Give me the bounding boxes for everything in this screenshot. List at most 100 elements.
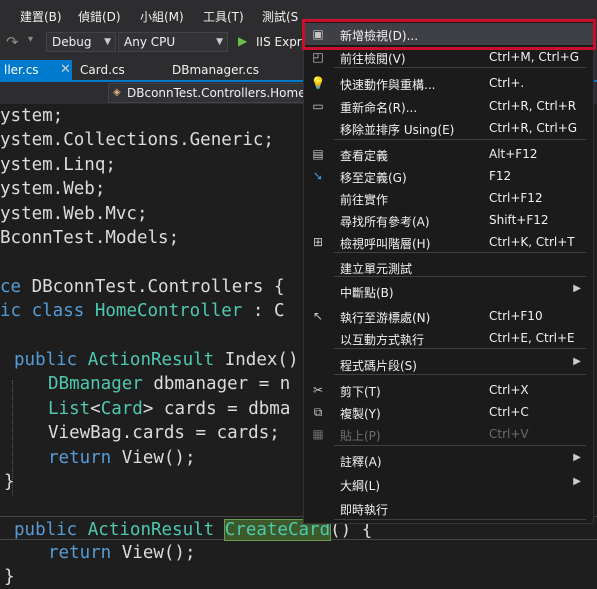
code-line: public ActionResult Index() (14, 350, 299, 370)
menu-separator (334, 348, 586, 349)
context-menu-shortcut: Ctrl+M, Ctrl+G (489, 50, 580, 64)
context-menu-label: 複製(Y) (340, 407, 381, 421)
menu-separator (334, 139, 586, 140)
submenu-arrow-icon: ▶ (573, 283, 581, 294)
platform-dropdown[interactable]: Any CPU ▼ (118, 32, 228, 52)
context-menu-label: 移至定義(G) (340, 171, 407, 185)
peek-definition-icon: ▤ (312, 147, 324, 161)
highlight-box (302, 19, 596, 50)
code-line: ystem.Web; (0, 179, 106, 199)
context-menu-label: 尋找所有參考(A) (340, 215, 430, 229)
context-menu-item[interactable]: ▤ 查看定義 Alt+F12 (304, 143, 593, 165)
context-menu-shortcut: Ctrl+F12 (489, 191, 543, 205)
context-menu-item[interactable]: ↖ 執行至游標處(N) Ctrl+F10 (304, 305, 593, 327)
menu-team[interactable]: 小組(M) (140, 8, 184, 25)
close-icon[interactable]: ✕ (60, 62, 71, 77)
context-menu-item[interactable]: 💡 快速動作與重構... Ctrl+. (304, 72, 593, 94)
menu-debug[interactable]: 偵錯(D) (78, 8, 121, 25)
context-menu-item[interactable]: 中斷點(B) ▶ (304, 280, 593, 302)
menu-separator (334, 445, 586, 446)
type-dropdown[interactable]: ◈ DBconnTest.Controllers.HomeC (108, 83, 318, 103)
menu-test[interactable]: 測試(S (262, 8, 298, 25)
context-menu-label: 以互動方式執行 (340, 333, 425, 347)
context-menu-label: 執行至游標處(N) (340, 311, 431, 325)
context-menu-item[interactable]: ✂ 剪下(T) Ctrl+X (304, 379, 593, 401)
redo-icon[interactable]: ↷ (6, 33, 19, 51)
code-line: ic class HomeController : C (0, 301, 285, 321)
code-line: return View(); (48, 448, 196, 468)
cursor-icon: ↖ (312, 309, 324, 323)
config-dropdown[interactable]: Debug ▼ (46, 32, 116, 52)
code-line: } (4, 567, 15, 587)
context-menu-label: 前往檢閱(V) (340, 52, 406, 66)
context-menu-item[interactable]: 註釋(A) ▶ (304, 449, 593, 471)
menu-separator (334, 519, 586, 520)
context-menu-shortcut: Shift+F12 (489, 213, 549, 227)
context-menu-shortcut: Ctrl+F10 (489, 309, 543, 323)
submenu-arrow-icon: ▶ (573, 356, 581, 367)
context-menu-item[interactable]: ⊞ 檢視呼叫階層(H) Ctrl+K, Ctrl+T (304, 231, 593, 253)
code-line: List<Card> cards = dbma (48, 399, 291, 419)
tab-card[interactable]: Card.cs (80, 60, 125, 80)
context-menu-shortcut: Ctrl+C (489, 405, 529, 419)
menu-separator (334, 252, 586, 253)
paste-icon: ▦ (312, 427, 324, 441)
submenu-arrow-icon: ▶ (573, 452, 581, 463)
context-menu-label: 建立單元測試 (340, 262, 413, 276)
context-menu-item[interactable]: 程式碼片段(S) ▶ (304, 353, 593, 375)
context-menu-label: 中斷點(B) (340, 286, 394, 300)
context-menu-shortcut: F12 (489, 169, 512, 183)
rename-icon: ▭ (312, 99, 324, 113)
code-line: ystem; (0, 106, 64, 126)
context-menu-shortcut: Ctrl+E, Ctrl+E (489, 331, 575, 345)
code-line: } (4, 472, 15, 492)
menu-separator (334, 374, 586, 375)
menu-tools[interactable]: 工具(T) (203, 8, 244, 25)
context-menu-item[interactable]: ➘ 移至定義(G) F12 (304, 165, 593, 187)
type-dropdown-value: DBconnTest.Controllers.HomeC (127, 86, 314, 100)
code-line: ystem.Collections.Generic; (0, 130, 274, 150)
chevron-down-icon: ▼ (216, 37, 223, 47)
context-menu: ▣ 新增檢視(D)... ◰ 前往檢閱(V) Ctrl+M, Ctrl+G 💡 快速動作與重… (303, 18, 594, 524)
context-menu-shortcut: Ctrl+R, Ctrl+R (489, 99, 577, 113)
context-menu-label: 貼上(P) (340, 429, 381, 443)
context-menu-item[interactable]: ▦ 貼上(P) Ctrl+V (304, 423, 593, 445)
context-menu-item[interactable]: ▭ 重新命名(R)... Ctrl+R, Ctrl+R (304, 95, 593, 117)
menu-separator (334, 67, 586, 68)
context-menu-item[interactable]: ⧉ 複製(Y) Ctrl+C (304, 401, 593, 423)
tab-label: ller.cs (4, 63, 39, 77)
context-menu-label: 查看定義 (340, 149, 389, 163)
context-menu-label: 快速動作與重構... (340, 78, 436, 92)
code-line: ystem.Linq; (0, 155, 116, 175)
run-button-label[interactable]: IIS Expre (256, 35, 309, 49)
context-menu-item[interactable]: 即時執行 (304, 497, 593, 519)
context-menu-label: 註釋(A) (340, 455, 382, 469)
tab-label: DBmanager.cs (172, 63, 259, 77)
context-menu-item[interactable]: 以互動方式執行 Ctrl+E, Ctrl+E (304, 327, 593, 349)
call-hierarchy-icon: ⊞ (312, 235, 324, 249)
context-menu-item[interactable]: 前往實作 Ctrl+F12 (304, 187, 593, 209)
context-menu-item[interactable]: 建立單元測試 (304, 256, 593, 278)
context-menu-label: 大綱(L) (340, 479, 381, 493)
chevron-down-icon: ▼ (104, 37, 111, 47)
context-menu-item[interactable]: 移除並排序 Using(E) Ctrl+R, Ctrl+G (304, 117, 593, 139)
lightbulb-icon: 💡 (310, 76, 326, 90)
code-line: DBmanager dbmanager = n (48, 374, 291, 394)
context-menu-item[interactable]: 大綱(L) ▶ (304, 473, 593, 495)
redo-dropdown-icon[interactable]: ▾ (28, 34, 33, 45)
class-icon: ◈ (113, 87, 121, 98)
context-menu-shortcut: Ctrl+R, Ctrl+G (489, 121, 578, 135)
play-icon[interactable]: ▶ (238, 34, 247, 48)
code-line: ViewBag.cards = cards; (48, 423, 280, 443)
tab-dbmanager[interactable]: DBmanager.cs (172, 60, 259, 80)
submenu-arrow-icon: ▶ (573, 476, 581, 487)
menu-build[interactable]: 建置(B) (20, 8, 62, 25)
code-line: BconnTest.Models; (0, 228, 180, 248)
platform-value: Any CPU (124, 35, 176, 49)
config-value: Debug (52, 35, 92, 49)
context-menu-shortcut: Ctrl+X (489, 383, 529, 397)
context-menu-item[interactable]: 尋找所有參考(A) Shift+F12 (304, 209, 593, 231)
goto-view-icon: ◰ (312, 50, 324, 64)
context-menu-label: 前往實作 (340, 193, 389, 207)
cut-icon: ✂ (312, 383, 324, 397)
